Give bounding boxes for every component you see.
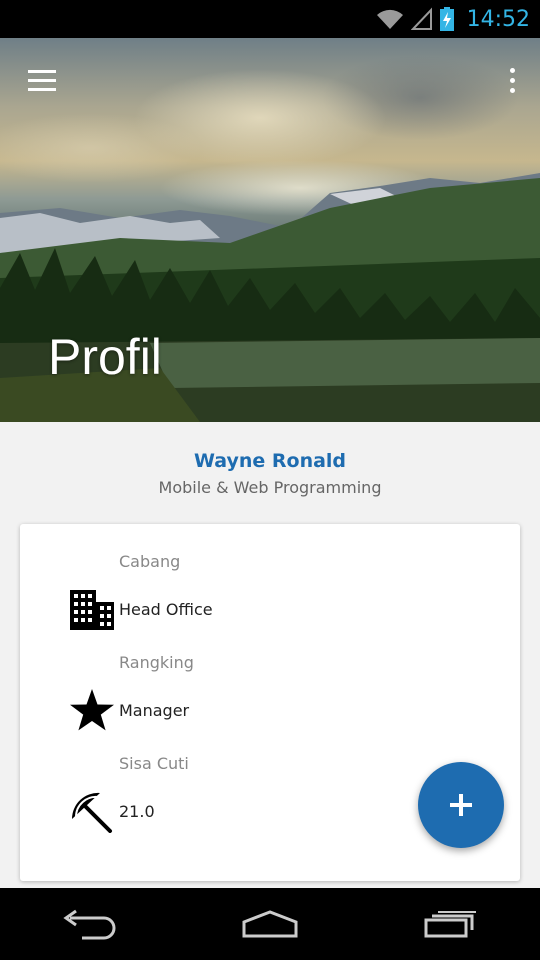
more-vert-icon[interactable] [502, 64, 522, 96]
header-image: Profil [0, 38, 540, 422]
rangking-label: Rangking [119, 653, 194, 672]
star-icon [68, 686, 116, 734]
rangking-value: Manager [119, 701, 190, 720]
cabang-label: Cabang [119, 552, 181, 571]
profile-summary: Wayne Ronald Mobile & Web Programming [0, 422, 540, 522]
profile-name: Wayne Ronald [193, 450, 347, 472]
add-icon [450, 794, 472, 816]
cuti-label: Sisa Cuti [119, 754, 189, 773]
home-button[interactable] [225, 899, 315, 949]
battery-charging-icon [439, 6, 455, 32]
back-icon [63, 909, 116, 940]
add-fab-button[interactable] [418, 762, 504, 848]
signal-icon [410, 7, 433, 31]
beach-umbrella-icon [68, 787, 116, 835]
hamburger-menu-icon[interactable] [24, 62, 60, 98]
navigation-bar [0, 888, 540, 960]
recent-apps-button[interactable] [405, 899, 495, 949]
cuti-value: 21.0 [119, 802, 155, 821]
page-title: Profil [48, 329, 162, 385]
status-bar: 14:52 [0, 0, 540, 38]
recent-apps-icon [424, 911, 476, 938]
back-button[interactable] [45, 899, 135, 949]
status-time: 14:52 [466, 6, 530, 32]
toolbar [0, 38, 540, 122]
building-icon [68, 586, 116, 634]
wifi-icon [375, 7, 405, 31]
home-icon [242, 910, 298, 938]
cabang-value: Head Office [119, 600, 213, 619]
profile-role: Mobile & Web Programming [158, 478, 382, 497]
